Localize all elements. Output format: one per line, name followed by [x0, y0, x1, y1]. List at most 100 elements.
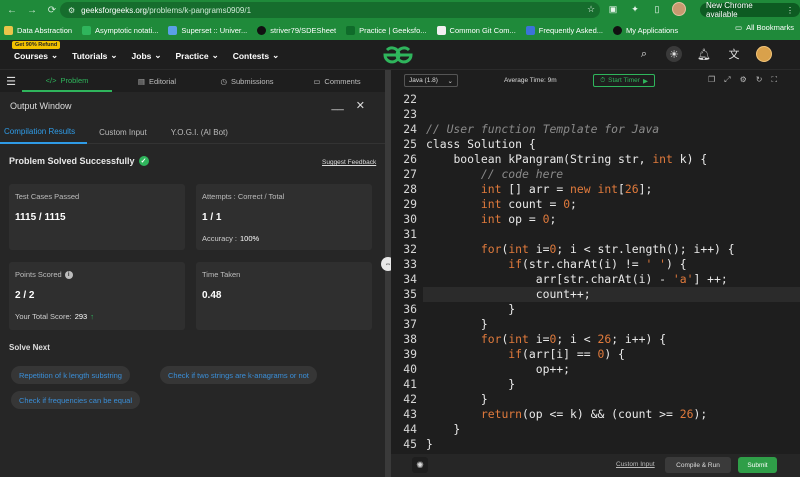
code-line: }	[426, 392, 488, 406]
bookmark-item[interactable]: Frequently Asked...	[525, 25, 603, 35]
nav-practice[interactable]: Practice ⌄	[176, 50, 219, 61]
site-info-icon[interactable]: ⚙	[68, 6, 75, 15]
chevron-down-icon: ⌄	[211, 50, 219, 60]
code-line: if(arr[i] == 0) {	[508, 347, 625, 361]
menu-icon[interactable]: ☰	[0, 75, 22, 88]
forward-icon[interactable]: →	[24, 2, 40, 18]
code-line: }	[426, 422, 461, 436]
line-number: 36	[403, 302, 417, 316]
copy-icon[interactable]: ❐	[708, 75, 715, 85]
theme-toggle-icon[interactable]: ☀	[666, 46, 682, 62]
line-number: 22	[403, 92, 417, 106]
output-window-title: Output Window	[10, 101, 72, 111]
nav-courses[interactable]: Courses ⌄	[14, 50, 58, 61]
suggest-feedback-link[interactable]: Suggest Feedback	[322, 159, 376, 166]
nav-tutorials[interactable]: Tutorials ⌄	[72, 50, 117, 61]
code-line: if(str.charAt(i) != ' ') {	[508, 257, 687, 271]
bookmark-item[interactable]: Practice | Geeksfo...	[346, 25, 427, 35]
profile-avatar[interactable]	[672, 2, 686, 16]
gfg-logo[interactable]	[378, 44, 418, 66]
code-line: count++;	[426, 287, 591, 301]
bookmark-label: striver79/SDESheet	[270, 25, 337, 35]
bookmark-item[interactable]: Common Git Com...	[436, 25, 516, 35]
bookmark-favicon-icon	[82, 25, 92, 35]
average-time: Average Time: 9m	[504, 77, 557, 84]
settings-icon[interactable]: ⚙	[740, 75, 747, 85]
bell-icon[interactable]: 🔔︎	[696, 46, 712, 62]
tab-custom-input[interactable]: Custom Input	[87, 122, 159, 144]
tab-yogi-bot[interactable]: Y.O.G.I. (AI Bot)	[159, 122, 240, 144]
nav-label: Tutorials	[72, 50, 108, 61]
accuracy: Accuracy :100%	[202, 234, 259, 243]
bookmark-favicon-icon	[168, 25, 178, 35]
compile-run-button[interactable]: Compile & Run	[665, 457, 731, 473]
info-icon[interactable]: i	[64, 270, 73, 279]
bookmark-item[interactable]: Data Abstraction	[4, 25, 72, 35]
refund-badge: Get 90% Refund	[12, 41, 61, 49]
solve-next-item[interactable]: Repetition of k length substring	[11, 366, 130, 384]
expand-icon[interactable]: ⛶	[771, 75, 777, 85]
code-editor[interactable]: 22 23 24 25 26 27 28 29 30 31 32 33 34 3…	[391, 92, 800, 454]
bookmark-item[interactable]: Superset :: Univer...	[168, 25, 247, 35]
bookmark-star-icon[interactable]: ☆	[584, 2, 598, 16]
all-bookmarks[interactable]: ▭ All Bookmarks	[735, 23, 794, 32]
tab-label: Submissions	[231, 76, 274, 86]
line-number: 27	[403, 167, 417, 181]
gfg-logo-icon	[383, 46, 413, 64]
line-number: 24	[403, 122, 417, 136]
comment-icon: ▭	[313, 76, 321, 86]
bookmark-label: Asymptotic notati...	[95, 25, 159, 35]
nav-label: Courses	[14, 50, 49, 61]
tab-compilation-results[interactable]: Compilation Results	[0, 122, 88, 144]
start-timer-button[interactable]: ⏱︎ Start Timer ▶	[593, 74, 655, 87]
url-path: /problems/k-pangrams0909/1	[147, 5, 252, 15]
back-icon[interactable]: ←	[4, 2, 20, 18]
user-avatar[interactable]	[756, 46, 772, 62]
tab-comments[interactable]: ▭ Comments	[292, 77, 382, 86]
chevron-down-icon: ⌄	[110, 50, 118, 60]
fullscreen-icon[interactable]: ⤢	[724, 75, 730, 85]
line-number: 38	[403, 332, 417, 346]
bookmark-item[interactable]: Asymptotic notati...	[82, 25, 159, 35]
github-icon	[257, 25, 267, 35]
close-icon[interactable]: ✕	[356, 99, 365, 112]
search-icon[interactable]: ⌕	[636, 46, 652, 62]
reset-icon[interactable]: ↻	[756, 75, 763, 85]
tab-label: Editorial	[148, 76, 177, 86]
attempts-card: Attempts : Correct / Total 1 / 1 Accurac…	[196, 184, 372, 250]
sidepanel-icon[interactable]: ▯	[650, 2, 664, 16]
line-number: 43	[403, 407, 417, 421]
bookmark-item[interactable]: striver79/SDESheet	[257, 25, 337, 35]
status-text: Problem Solved Successfully	[9, 156, 135, 166]
time-label: Time Taken	[202, 270, 241, 279]
translate-icon[interactable]: 文	[726, 46, 742, 62]
code-line: }	[426, 302, 516, 316]
line-number: 25	[403, 137, 417, 151]
line-number: 26	[403, 152, 417, 166]
bookmark-item[interactable]: My Applications	[613, 25, 678, 35]
tab-editorial[interactable]: ▤ Editorial	[112, 77, 202, 86]
address-bar[interactable]: ⚙ geeksforgeeks.org/problems/k-pangrams0…	[60, 2, 600, 18]
language-select[interactable]: Java (1.8) ⌄	[404, 74, 458, 87]
tab-problem[interactable]: </> Problem	[22, 70, 112, 92]
nav-jobs[interactable]: Jobs ⌄	[132, 50, 162, 61]
line-number: 44	[403, 422, 417, 436]
reload-icon[interactable]: ⟳	[44, 2, 60, 18]
extensions-puzzle-icon[interactable]: ✦	[628, 2, 642, 16]
submit-button[interactable]: Submit	[738, 457, 777, 473]
solve-next-item[interactable]: Check if two strings are k-anagrams or n…	[160, 366, 317, 384]
tab-submissions[interactable]: ◷ Submissions	[202, 77, 292, 86]
code-line: }	[426, 437, 433, 451]
custom-input-link[interactable]: Custom Input	[616, 461, 655, 468]
new-chrome-button[interactable]: New Chrome available ⋮	[700, 1, 800, 19]
bookmark-favicon-icon	[525, 25, 535, 35]
debug-icon[interactable]: ✺	[412, 457, 428, 473]
nav-contests[interactable]: Contests ⌄	[233, 50, 280, 61]
output-subtabs: Compilation Results Custom Input Y.O.G.I…	[0, 122, 385, 144]
code-line: int op = 0;	[480, 212, 557, 226]
code-line: int count = 0;	[480, 197, 577, 211]
minimize-icon[interactable]: __	[332, 99, 344, 112]
clock-icon: ◷	[220, 76, 227, 86]
extension-icon[interactable]: ▣	[606, 2, 620, 16]
solve-next-item[interactable]: Check if frequencies can be equal	[11, 391, 140, 409]
